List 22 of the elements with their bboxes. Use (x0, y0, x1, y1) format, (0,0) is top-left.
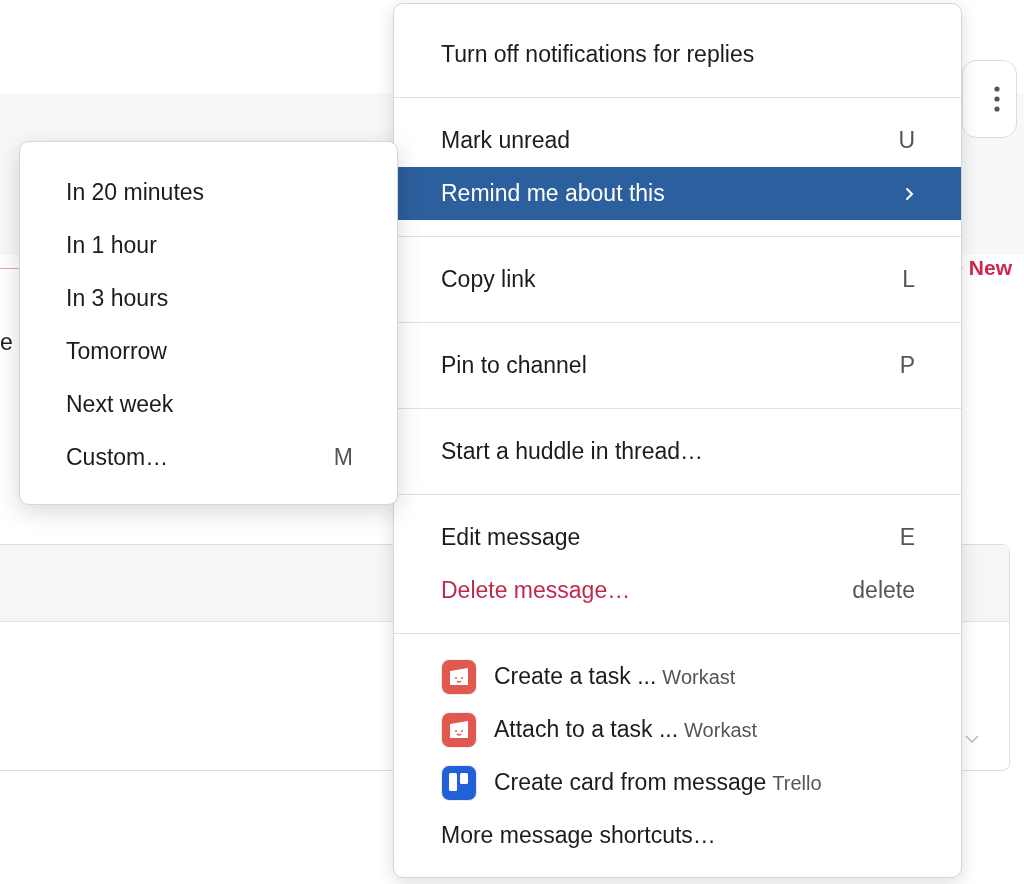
menu-item[interactable]: In 20 minutes (20, 166, 397, 219)
menu-item[interactable]: Create a task ... Workast (394, 650, 961, 703)
menu-item[interactable]: Copy link L (394, 253, 961, 306)
new-messages-label: New (968, 256, 1012, 280)
menu-item[interactable]: Mark unread U (394, 114, 961, 167)
chevron-down-icon[interactable] (965, 735, 979, 744)
menu-item[interactable]: Start a huddle in thread… (394, 425, 961, 478)
more-vertical-icon (993, 86, 1000, 112)
menu-item[interactable]: Tomorrow (20, 325, 397, 378)
more-actions-button[interactable] (962, 60, 1017, 138)
menu-item[interactable]: Custom… M (20, 431, 397, 484)
menu-item[interactable]: Next week (20, 378, 397, 431)
menu-item[interactable]: Edit message E (394, 511, 961, 564)
menu-item[interactable]: In 3 hours (20, 272, 397, 325)
menu-item[interactable]: Pin to channel P (394, 339, 961, 392)
menu-item[interactable]: More message shortcuts… (394, 809, 961, 862)
menu-item[interactable]: Create card from message Trello (394, 756, 961, 809)
message-text: e (0, 329, 13, 356)
menu-item[interactable]: Attach to a task ... Workast (394, 703, 961, 756)
menu-item[interactable]: Turn off notifications for replies (394, 28, 961, 81)
menu-item[interactable]: In 1 hour (20, 219, 397, 272)
chevron-right-icon (905, 186, 915, 201)
